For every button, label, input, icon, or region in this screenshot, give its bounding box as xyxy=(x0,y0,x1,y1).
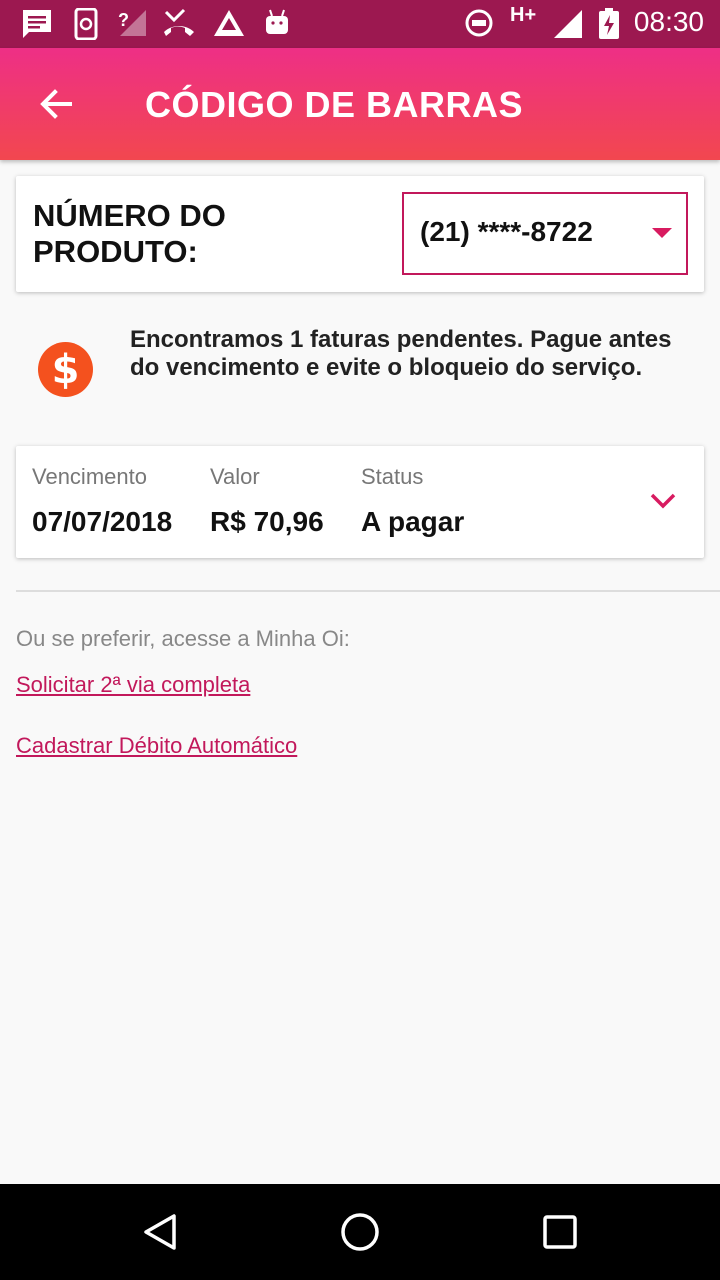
network-type: H+ xyxy=(510,4,537,26)
missed-call-icon xyxy=(162,8,196,38)
invoice-card[interactable]: Vencimento 07/07/2018 Valor R$ 70,96 Sta… xyxy=(16,446,704,558)
product-number-select[interactable]: (21) ****-8722 xyxy=(402,192,688,275)
page-title: CÓDIGO DE BARRAS xyxy=(145,84,524,125)
app-bar: CÓDIGO DE BARRAS xyxy=(0,48,720,160)
battery-charging-icon xyxy=(598,8,620,40)
status-bar: ? H+ 08:30 xyxy=(0,0,720,48)
do-not-disturb-icon xyxy=(464,8,494,38)
home-circle-icon xyxy=(341,1213,379,1251)
due-date-label: Vencimento xyxy=(32,464,147,489)
arrow-back-icon xyxy=(40,89,72,119)
alternatives-intro: Ou se preferir, acesse a Minha Oi: xyxy=(16,626,350,651)
status-label: Status xyxy=(361,464,424,489)
divider xyxy=(16,590,720,592)
nav-recents-button[interactable] xyxy=(536,1208,584,1256)
due-date-column: Vencimento 07/07/2018 xyxy=(32,464,172,538)
amount-column: Valor R$ 70,96 xyxy=(210,464,324,538)
recents-square-icon xyxy=(543,1215,577,1249)
nav-back-button[interactable] xyxy=(136,1208,184,1256)
product-label: NÚMERO DO PRODUTO: xyxy=(33,198,226,269)
due-date-value: 07/07/2018 xyxy=(32,506,173,537)
app-icon xyxy=(212,8,246,38)
request-second-copy-link[interactable]: Solicitar 2ª via completa xyxy=(16,672,250,698)
message-icon xyxy=(20,8,54,40)
product-card: NÚMERO DO PRODUTO: (21) ****-8722 xyxy=(16,176,704,292)
signal-icon xyxy=(552,8,584,40)
system-nav-bar xyxy=(0,1184,720,1280)
dollar-icon: $ xyxy=(38,342,93,397)
back-triangle-icon xyxy=(144,1214,176,1250)
amount-label: Valor xyxy=(210,464,260,489)
notice-text: Encontramos 1 faturas pendentes. Pague a… xyxy=(130,326,672,381)
chevron-down-icon xyxy=(650,493,676,509)
android-icon xyxy=(264,8,290,36)
pending-invoices-notice: $ Encontramos 1 faturas pendentes. Pague… xyxy=(0,320,720,420)
status-column: Status A pagar xyxy=(361,464,464,538)
dropdown-arrow-icon xyxy=(652,228,672,238)
expand-invoice-button[interactable] xyxy=(646,484,680,518)
phone-sync-icon xyxy=(74,8,98,40)
svg-text:?: ? xyxy=(118,10,129,30)
amount-value: R$ 70,96 xyxy=(210,506,324,537)
register-auto-debit-link[interactable]: Cadastrar Débito Automático xyxy=(16,733,297,759)
back-button[interactable] xyxy=(30,78,82,130)
nav-home-button[interactable] xyxy=(336,1208,384,1256)
status-time: 08:30 xyxy=(633,6,704,37)
no-signal-icon: ? xyxy=(118,8,148,38)
status-value: A pagar xyxy=(361,506,465,537)
product-number-value: (21) ****-8722 xyxy=(420,216,593,247)
